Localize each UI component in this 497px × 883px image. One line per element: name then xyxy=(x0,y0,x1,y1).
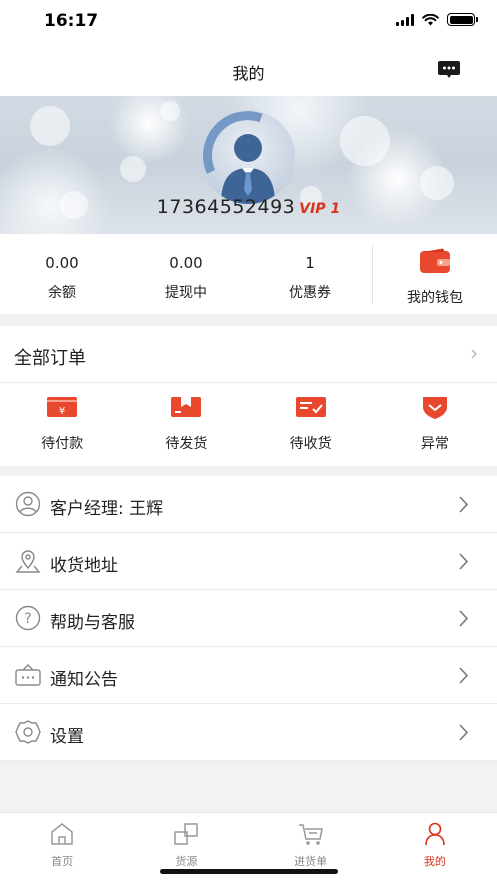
battery-icon xyxy=(447,13,478,26)
menu-shipping-address[interactable]: 收货地址 xyxy=(0,533,497,590)
all-orders-row[interactable]: 全部订单 xyxy=(0,326,497,383)
svg-text:?: ? xyxy=(24,611,31,627)
chevron-right-icon xyxy=(459,724,469,741)
cart-icon xyxy=(298,824,323,845)
status-time: 16:17 xyxy=(44,11,99,31)
stat-value: 1 xyxy=(305,254,315,272)
profile-header: 17364552493 VIP 1 xyxy=(0,96,497,234)
account-manager-icon xyxy=(15,491,41,517)
home-indicator xyxy=(160,869,338,874)
wallet-label: 我的钱包 xyxy=(407,290,463,306)
chevron-right-icon xyxy=(459,610,469,627)
menu-label: 帮助与客服 xyxy=(50,613,135,633)
chat-bubble-icon[interactable] xyxy=(437,60,461,80)
tab-home[interactable]: 首页 xyxy=(0,813,124,883)
chevron-right-icon xyxy=(459,667,469,684)
menu-account-manager[interactable]: 客户经理: 王辉 xyxy=(0,476,497,533)
menu-label: 收货地址 xyxy=(50,556,118,576)
stat-withdrawing[interactable]: 0.00 提现中 xyxy=(124,234,248,314)
menu-settings[interactable]: 设置 xyxy=(0,704,497,761)
page-title: 我的 xyxy=(232,64,265,83)
order-label: 异常 xyxy=(420,436,449,452)
wallet-button[interactable]: 我的钱包 xyxy=(372,244,497,306)
status-icons xyxy=(396,13,478,26)
phone-number: 17364552493 xyxy=(156,196,296,218)
chevron-right-icon xyxy=(459,553,469,570)
pending-receipt-icon xyxy=(295,397,326,417)
order-status-list: ¥ 待付款 待发货 待收货 异常 xyxy=(0,383,497,453)
stat-label: 余额 xyxy=(48,285,76,301)
stat-coupons[interactable]: 1 优惠券 xyxy=(248,234,372,314)
user-info: 17364552493 VIP 1 xyxy=(0,196,497,218)
user-avatar-icon[interactable] xyxy=(201,110,295,204)
vip-badge: VIP 1 xyxy=(299,201,341,217)
order-pending-shipment[interactable]: 待发货 xyxy=(124,383,248,453)
tab-profile[interactable]: 我的 xyxy=(373,813,497,883)
notice-icon xyxy=(15,664,41,686)
menu-label: 通知公告 xyxy=(50,670,118,690)
menu-label: 设置 xyxy=(50,727,84,747)
all-orders-title: 全部订单 xyxy=(14,348,86,369)
stat-label: 优惠券 xyxy=(289,285,331,301)
chevron-right-icon xyxy=(459,496,469,513)
wallet-icon xyxy=(420,248,450,273)
profile-icon xyxy=(425,822,445,846)
stat-value: 0.00 xyxy=(45,254,79,272)
wifi-icon xyxy=(422,13,439,25)
status-bar: 16:17 xyxy=(0,0,497,46)
menu-label: 客户经理: 王辉 xyxy=(50,499,164,519)
menu-help-service[interactable]: ? 帮助与客服 xyxy=(0,590,497,647)
pending-payment-icon: ¥ xyxy=(47,397,78,417)
cellular-signal-icon xyxy=(396,13,414,26)
tab-label: 进货单 xyxy=(294,855,328,868)
settings-icon xyxy=(15,720,41,744)
source-icon xyxy=(174,823,199,845)
help-icon: ? xyxy=(15,605,41,631)
account-stats: 0.00 余额 0.00 提现中 1 优惠券 我的钱包 xyxy=(0,234,497,314)
tab-label: 我的 xyxy=(423,855,446,868)
home-icon xyxy=(51,823,73,845)
order-label: 待付款 xyxy=(41,436,84,452)
order-label: 待收货 xyxy=(289,436,332,452)
exception-icon xyxy=(422,397,447,419)
pending-shipment-icon xyxy=(171,397,202,417)
order-pending-receipt[interactable]: 待收货 xyxy=(249,383,373,453)
stat-value: 0.00 xyxy=(169,254,203,272)
order-label: 待发货 xyxy=(165,436,208,452)
settings-menu: 客户经理: 王辉 收货地址 ? 帮助与客服 通知公告 设置 xyxy=(0,476,497,761)
stat-label: 提现中 xyxy=(165,285,207,301)
nav-bar: 我的 xyxy=(0,46,497,96)
order-exception[interactable]: 异常 xyxy=(373,383,497,453)
order-pending-payment[interactable]: ¥ 待付款 xyxy=(0,383,124,453)
chevron-right-icon xyxy=(471,349,477,359)
menu-notices[interactable]: 通知公告 xyxy=(0,647,497,704)
location-icon xyxy=(15,550,41,573)
tab-label: 货源 xyxy=(175,855,198,868)
tab-label: 首页 xyxy=(51,855,74,868)
stat-balance[interactable]: 0.00 余额 xyxy=(0,234,124,314)
orders-section: 全部订单 ¥ 待付款 待发货 待收货 异常 xyxy=(0,326,497,466)
svg-text:¥: ¥ xyxy=(59,406,65,417)
